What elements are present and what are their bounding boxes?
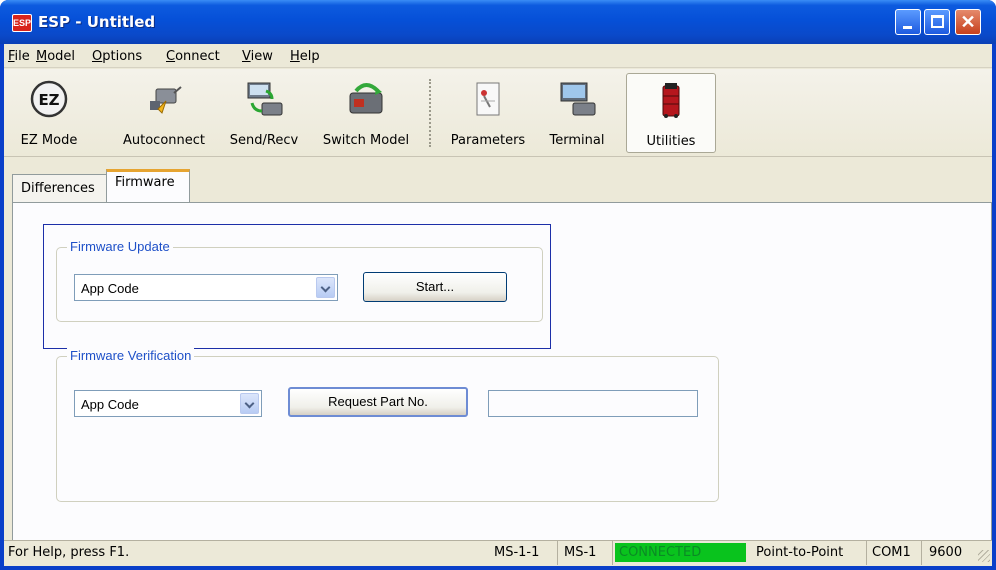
minimize-button[interactable]	[895, 9, 921, 35]
close-icon: ✕	[960, 12, 976, 32]
app-window: ESP ESP - Untitled ✕ File Model Options …	[0, 0, 996, 570]
status-bar: For Help, press F1. MS-1-1 MS-1 CONNECTE…	[4, 540, 992, 565]
menu-model[interactable]: Model	[36, 49, 75, 64]
terminal-icon	[560, 82, 596, 116]
verification-code-value: App Code	[81, 397, 139, 412]
menu-connect-mnemonic: C	[166, 49, 176, 64]
firmware-verification-legend: Firmware Verification	[67, 348, 195, 363]
menu-view[interactable]: View	[242, 49, 273, 64]
ez-mode-button[interactable]: EZ EZ Mode	[16, 73, 82, 153]
chevron-down-icon[interactable]	[240, 393, 259, 414]
ez-mode-icon: EZ	[30, 80, 68, 118]
ez-mode-icon-text: EZ	[38, 91, 59, 109]
title-bar[interactable]: ESP ESP - Untitled ✕	[0, 0, 996, 44]
send-recv-button[interactable]: Send/Recv	[220, 73, 308, 153]
status-port: COM1	[872, 545, 911, 560]
menu-model-mnemonic: M	[36, 49, 48, 64]
utilities-icon	[662, 83, 680, 118]
status-baud: 9600	[929, 545, 963, 560]
resize-grip-icon[interactable]	[978, 550, 990, 562]
request-part-no-button[interactable]: Request Part No.	[288, 387, 468, 417]
terminal-button[interactable]: Terminal	[536, 73, 618, 153]
minimize-icon	[903, 26, 912, 29]
menu-file-label: ile	[14, 49, 30, 64]
status-connected-badge: CONNECTED	[615, 543, 746, 562]
menu-model-label: odel	[47, 49, 76, 64]
switch-model-button[interactable]: Switch Model	[312, 73, 420, 153]
menu-connect[interactable]: Connect	[166, 49, 220, 64]
parameters-button[interactable]: Parameters	[442, 73, 534, 153]
menu-file[interactable]: File	[8, 49, 30, 64]
switch-model-icon	[349, 83, 383, 114]
maximize-button[interactable]	[924, 9, 950, 35]
tab-firmware[interactable]: Firmware	[106, 169, 190, 203]
menu-options-label: ptions	[102, 49, 143, 64]
maximize-icon	[931, 15, 944, 28]
ez-mode-label: EZ Mode	[20, 133, 78, 148]
tab-control: Differences Firmware Firmware Update App…	[8, 169, 992, 542]
menu-help-mnemonic: H	[290, 49, 300, 64]
tab-differences[interactable]: Differences	[12, 174, 107, 202]
status-divider	[557, 541, 558, 565]
menu-bar: File Model Options Connect View Help	[4, 44, 992, 68]
menu-view-label: iew	[250, 49, 273, 64]
autoconnect-icon	[150, 86, 182, 114]
autoconnect-button[interactable]: Autoconnect	[114, 73, 214, 153]
menu-options[interactable]: Options	[92, 49, 142, 64]
menu-connect-label: onnect	[175, 49, 220, 64]
send-recv-icon	[247, 82, 283, 116]
utilities-button[interactable]: Utilities	[626, 73, 716, 153]
update-code-select[interactable]: App Code	[74, 274, 338, 301]
menu-view-mnemonic: V	[242, 49, 251, 64]
client-area: File Model Options Connect View Help EZ …	[4, 44, 992, 566]
status-model-id: MS-1-1	[494, 545, 540, 560]
menu-help[interactable]: Help	[290, 49, 320, 64]
send-recv-label: Send/Recv	[229, 133, 299, 148]
switch-model-label: Switch Model	[322, 133, 410, 148]
terminal-label: Terminal	[549, 133, 605, 148]
toolbar-separator	[429, 79, 431, 147]
firmware-verification-group: Firmware Verification App Code Request P…	[56, 348, 719, 502]
firmware-update-legend: Firmware Update	[67, 239, 173, 254]
status-divider	[866, 541, 867, 565]
part-number-field	[488, 390, 698, 417]
parameters-icon	[476, 82, 500, 116]
status-divider	[612, 541, 613, 565]
menu-options-mnemonic: O	[92, 49, 103, 64]
update-code-value: App Code	[81, 281, 139, 296]
chevron-down-icon[interactable]	[316, 277, 335, 298]
status-mode: Point-to-Point	[756, 545, 844, 560]
autoconnect-label: Autoconnect	[122, 133, 205, 148]
esp-app-icon: ESP	[12, 14, 32, 32]
firmware-panel: Firmware Update App Code Start... Firmwa…	[12, 202, 992, 542]
status-model-name: MS-1	[564, 545, 597, 560]
verification-code-select[interactable]: App Code	[74, 390, 262, 417]
status-help-text: For Help, press F1.	[8, 545, 130, 560]
status-connection-text: CONNECTED	[619, 545, 702, 560]
close-button[interactable]: ✕	[955, 9, 981, 35]
firmware-update-group: Firmware Update App Code Start...	[56, 239, 543, 322]
status-divider	[921, 541, 922, 565]
menu-help-label: elp	[299, 49, 320, 64]
parameters-label: Parameters	[450, 133, 526, 148]
toolbar: EZ EZ Mode Autoconnect Send/Recv Switch …	[4, 69, 992, 157]
utilities-label: Utilities	[646, 134, 696, 149]
window-title: ESP - Untitled	[38, 13, 156, 31]
start-button[interactable]: Start...	[363, 272, 507, 302]
